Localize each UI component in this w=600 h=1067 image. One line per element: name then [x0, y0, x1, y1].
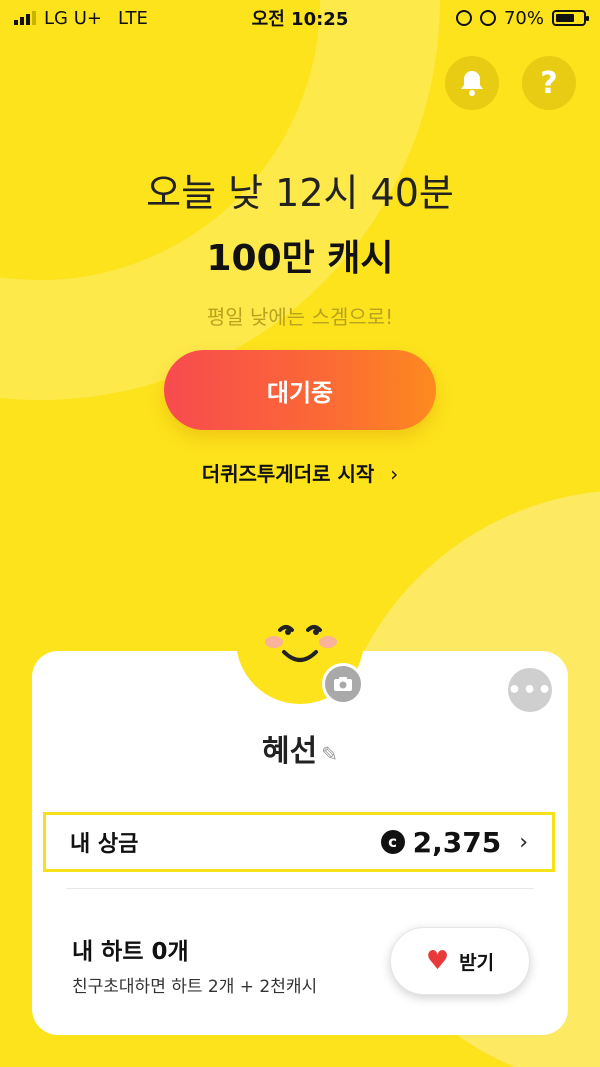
profile-name-text: 혜선 [262, 734, 318, 769]
network-label: LTE [117, 7, 148, 29]
divider [66, 888, 534, 889]
status-time: 오전 10:25 [251, 9, 349, 30]
profile-name[interactable]: 혜선 ✎ [0, 726, 600, 770]
question-mark-icon: ? [540, 65, 558, 101]
status-left: LG U+ LTE [14, 8, 148, 29]
carrier-label: LG U+ [44, 7, 102, 29]
status-right: 70% [455, 7, 589, 29]
schedule-time: 오늘 낮 12시 40분 [146, 171, 454, 215]
heart-icon: ♥ [425, 946, 450, 976]
chevron-right-icon: › [519, 829, 528, 855]
alarm-icon [479, 10, 496, 26]
prize-amount: 2,375 [412, 825, 502, 859]
waiting-button[interactable]: 대기중 [164, 350, 436, 430]
my-hearts-title: 내 하트 0개 [72, 939, 189, 965]
quiz-schedule: 오늘 낮 12시 40분 100만 캐시 평일 낮에는 스겜으로! [0, 162, 600, 330]
notification-button[interactable] [445, 56, 499, 110]
signal-icon [14, 11, 36, 25]
my-prize-row[interactable]: 내 상금 c 2,375 › [43, 812, 555, 872]
orientation-lock-icon [455, 10, 472, 26]
status-bar: LG U+ LTE 오전 10:25 70% [0, 0, 600, 36]
chevron-right-icon: › [390, 462, 399, 486]
more-icon: ••• [507, 677, 553, 703]
change-photo-button[interactable] [322, 663, 364, 705]
help-button[interactable]: ? [522, 56, 576, 110]
my-prize-label: 내 상금 [70, 832, 139, 857]
my-prize-value: c 2,375 › [380, 825, 528, 859]
get-hearts-button[interactable]: ♥ 받기 [390, 927, 530, 995]
bell-icon [461, 71, 483, 96]
get-hearts-label: 받기 [459, 951, 495, 974]
coin-icon: c [380, 830, 405, 854]
battery-icon [552, 10, 589, 26]
more-options-button[interactable]: ••• [507, 668, 553, 712]
battery-percent: 70% [503, 7, 544, 29]
invite-friends-text: 친구초대하면 하트 2개 + 2천캐시 [72, 977, 318, 997]
pencil-icon: ✎ [321, 742, 338, 766]
schedule-tagline: 평일 낮에는 스겜으로! [206, 305, 394, 329]
start-together-link[interactable]: 더퀴즈투게더로 시작 › [0, 458, 600, 487]
camera-icon [334, 677, 352, 691]
start-together-label: 더퀴즈투게더로 시작 [201, 462, 375, 486]
prize-pool: 100만 캐시 [206, 238, 394, 279]
